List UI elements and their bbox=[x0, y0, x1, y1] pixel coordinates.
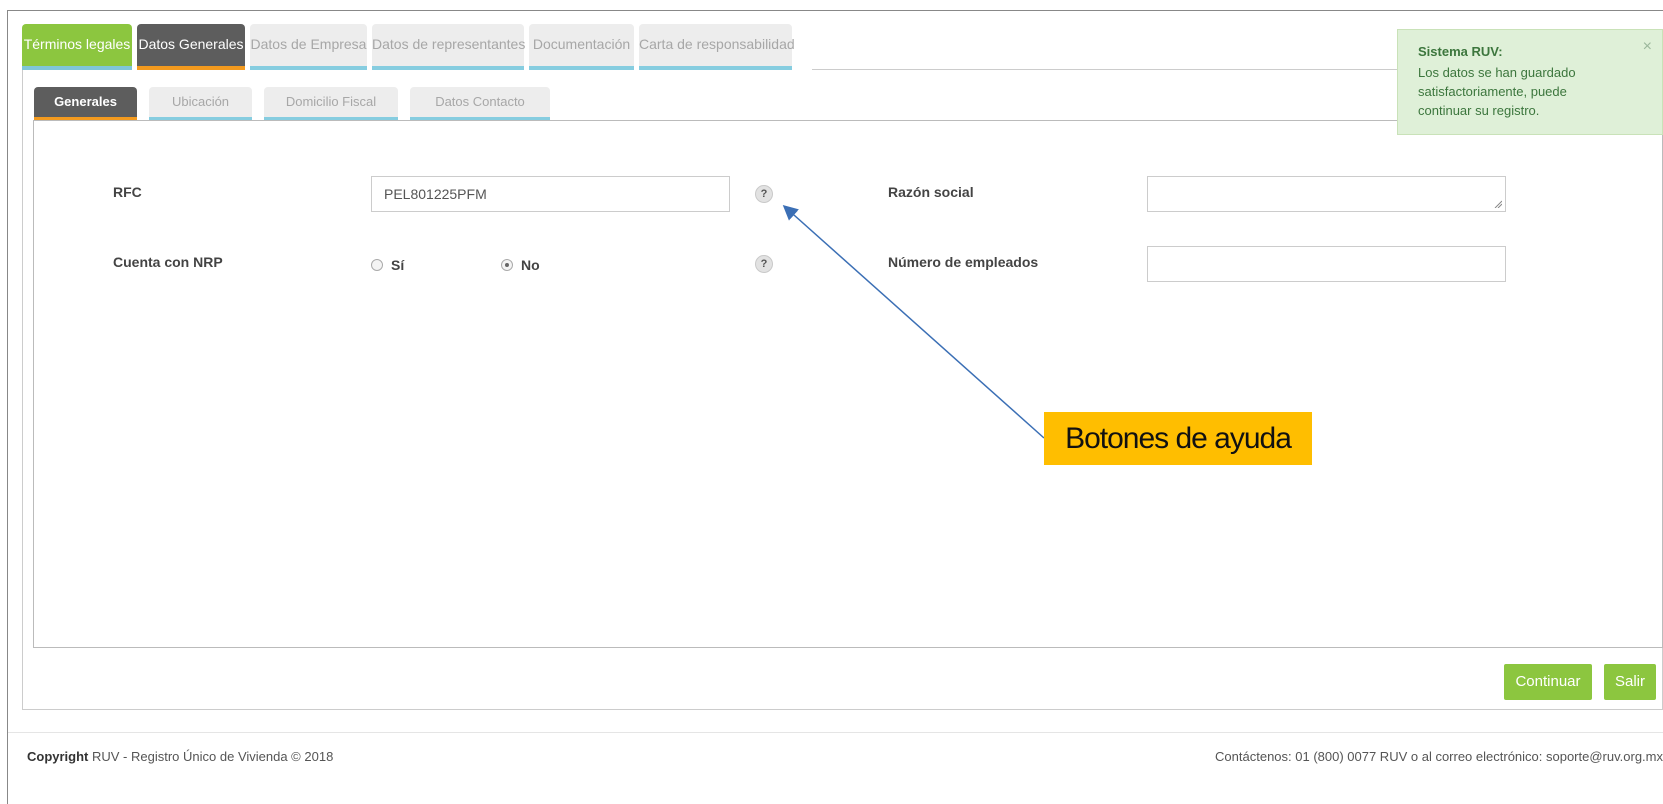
copyright-text: RUV - Registro Único de Vivienda © 2018 bbox=[88, 749, 334, 764]
notification-message: Los datos se han guardado satisfactoriam… bbox=[1418, 65, 1576, 118]
copyright-label: Copyright bbox=[27, 749, 89, 764]
success-notification: Sistema RUV: Los datos se han guardado s… bbox=[1397, 29, 1663, 135]
help-buttons-callout: Botones de ayuda bbox=[1044, 412, 1312, 465]
close-icon[interactable]: × bbox=[1643, 38, 1652, 56]
continue-button[interactable]: Continuar bbox=[1504, 664, 1592, 700]
exit-button[interactable]: Salir bbox=[1604, 664, 1656, 700]
notification-title: Sistema RUV: bbox=[1418, 44, 1503, 59]
footer-contact: Contáctenos: 01 (800) 0077 RUV o al corr… bbox=[1215, 749, 1663, 764]
footer-copyright: Copyright RUV - Registro Único de Vivien… bbox=[27, 749, 333, 764]
footer-divider bbox=[8, 732, 1663, 733]
